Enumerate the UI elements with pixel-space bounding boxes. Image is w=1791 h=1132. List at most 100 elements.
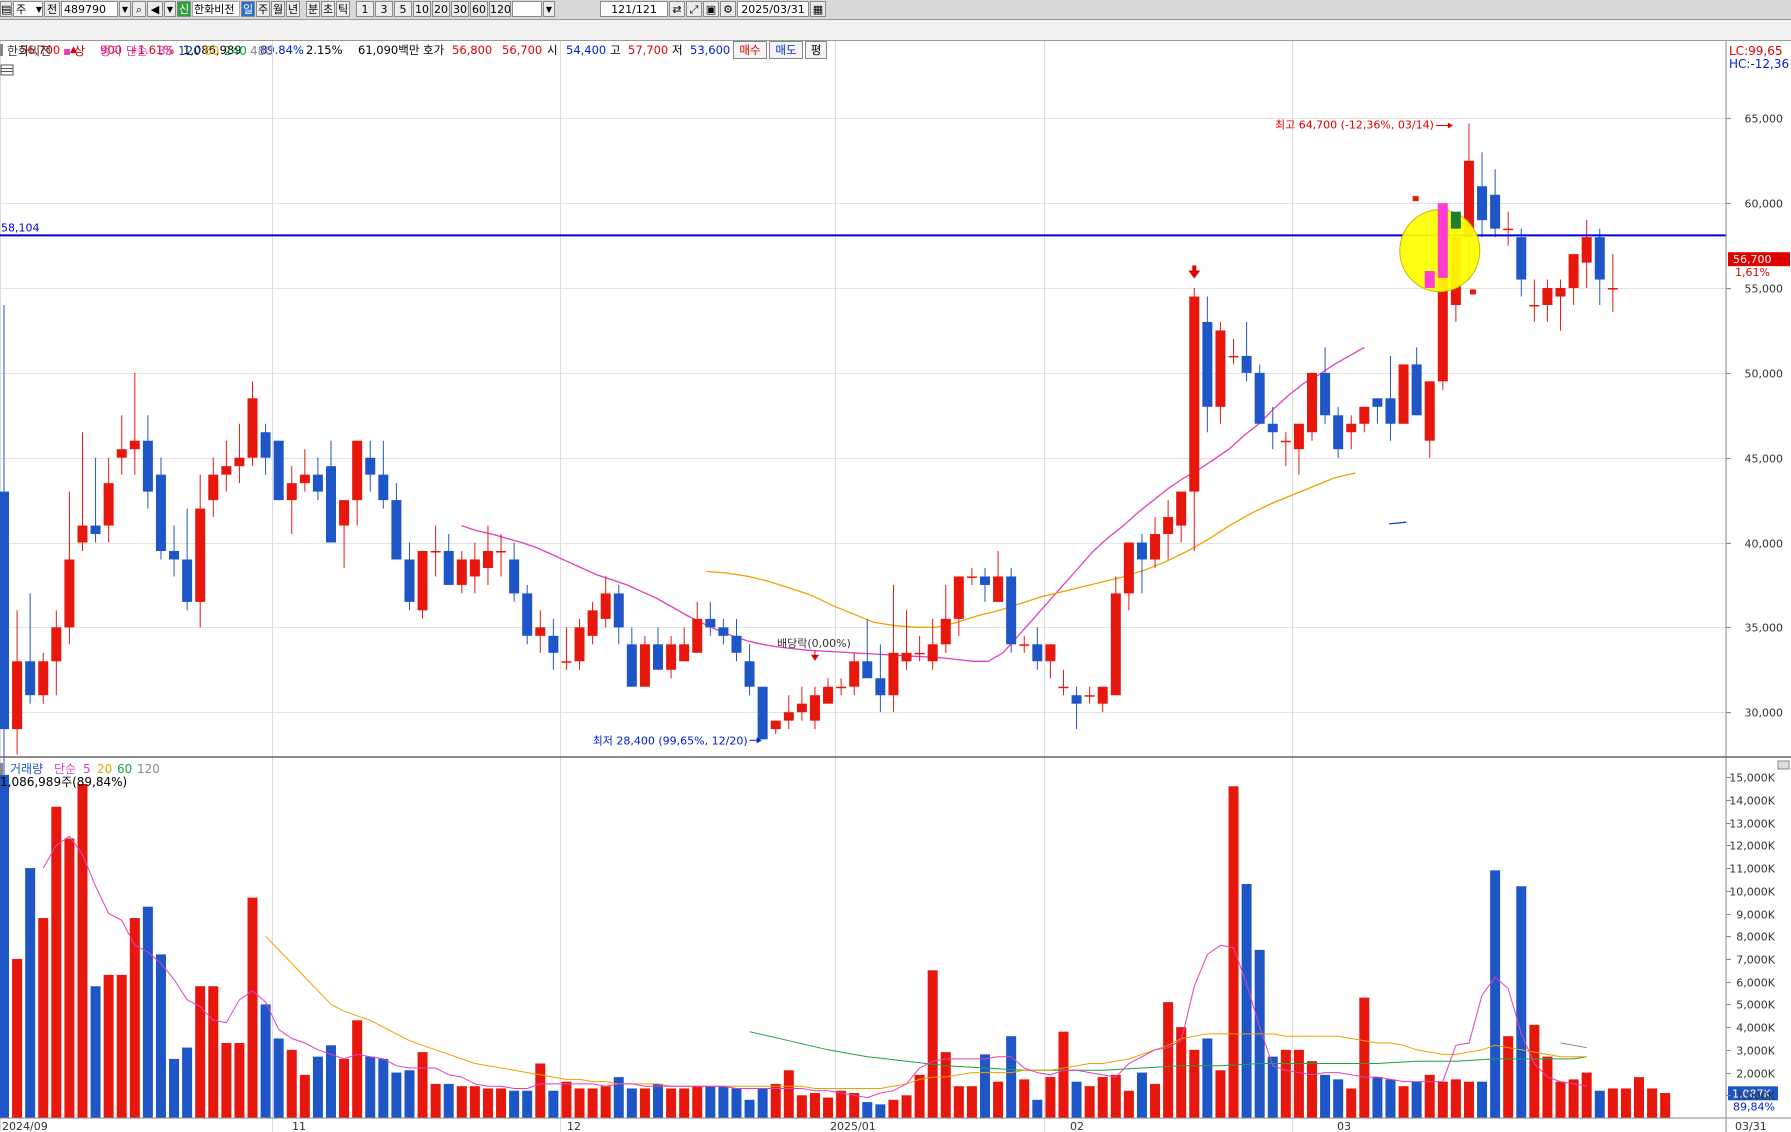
period-year[interactable]: 년	[286, 1, 300, 17]
volume-bar	[1568, 1079, 1579, 1118]
volume-bar	[731, 1088, 742, 1118]
interval-10[interactable]: 10	[413, 1, 431, 17]
volume-bar	[901, 1095, 912, 1118]
candle-body	[352, 440, 363, 501]
panel-resize-icon[interactable]	[1777, 760, 1790, 770]
candle-body	[155, 474, 166, 551]
candle-body	[692, 618, 703, 653]
candle-body	[1084, 695, 1095, 697]
candle-body	[836, 686, 847, 689]
speaker-icon[interactable]: ◀	[147, 1, 163, 17]
volume-bar	[639, 1088, 650, 1118]
candle-body	[757, 686, 768, 740]
period-second[interactable]: 초	[321, 1, 335, 17]
top-toolbar: ▤ 주 ▼ 전 489790 ▼ ⌕ ◀ ▼ 신 한화비전 일 주 월 년 분 초…	[0, 0, 1791, 20]
volume-bar	[1045, 1077, 1056, 1118]
candle-body	[1542, 288, 1553, 305]
gear-icon[interactable]: ⚙	[720, 1, 736, 17]
candle-body	[1136, 542, 1147, 560]
period-week[interactable]: 주	[256, 1, 270, 17]
interval-3[interactable]: 3	[375, 1, 393, 17]
volume-bar	[1372, 1077, 1383, 1118]
code-input[interactable]: 489790	[61, 1, 118, 17]
candle-body	[613, 593, 624, 628]
candle-body	[666, 644, 677, 670]
volume-bar	[417, 1052, 428, 1118]
volume-tick-label: 7,000K	[1736, 954, 1775, 967]
candle-body	[456, 559, 467, 585]
search-icon[interactable]: ⌕	[132, 1, 146, 17]
trend-icon[interactable]: ⤢	[686, 1, 702, 17]
save-icon[interactable]: ▣	[703, 1, 719, 17]
count-input[interactable]: 121/121	[600, 1, 668, 17]
candle-body	[1189, 296, 1200, 492]
volume-bar	[404, 1070, 415, 1118]
link-icon[interactable]: ⇄	[669, 1, 685, 17]
volume-bar	[574, 1088, 585, 1118]
volume-bar	[692, 1086, 703, 1118]
candle-body	[496, 551, 507, 553]
candle-body	[522, 593, 533, 636]
candle-body	[90, 525, 101, 535]
period-day[interactable]: 일	[241, 1, 255, 17]
period-tick[interactable]: 틱	[336, 1, 350, 17]
interval-60[interactable]: 60	[470, 1, 488, 17]
interval-custom-input[interactable]	[512, 1, 542, 17]
vol-legend-name: 거래량	[10, 762, 43, 776]
interval-dropdown-icon[interactable]: ▼	[543, 1, 555, 17]
volume-bar	[1555, 1081, 1566, 1118]
legend-chg-word: 상	[74, 44, 85, 58]
price-tick-label: 60,000	[1745, 198, 1784, 211]
highlight-candle-body	[1450, 211, 1461, 229]
volume-bar	[391, 1072, 402, 1118]
menu-icon[interactable]: ▤	[0, 1, 12, 17]
volume-legend: 거래량 단순 5 20 60 120 1,086,989주(89,84%)	[0, 762, 160, 789]
volume-tick-label: 8,000K	[1736, 931, 1775, 944]
period-month[interactable]: 월	[271, 1, 285, 17]
type-select[interactable]: 주 ▼	[13, 1, 43, 17]
stock-name: 한화비전	[192, 1, 240, 17]
volume-bar	[1019, 1079, 1030, 1118]
interval-5[interactable]: 5	[394, 1, 412, 17]
interval-30[interactable]: 30	[451, 1, 469, 17]
volume-bar	[509, 1090, 520, 1118]
volume-bar	[129, 918, 140, 1118]
candle-body	[993, 576, 1004, 602]
volume-bar	[1032, 1099, 1043, 1118]
volume-bar	[430, 1083, 441, 1118]
highlight-candle-body	[1424, 271, 1435, 289]
volume-tick-label: 11,000K	[1729, 863, 1775, 876]
candle-body	[574, 627, 585, 662]
volume-bar	[247, 897, 258, 1118]
candle-body	[1490, 194, 1501, 229]
table-toggle-icon[interactable]	[0, 64, 14, 76]
period-minute[interactable]: 분	[306, 1, 320, 17]
volume-bar	[326, 1045, 336, 1118]
candle-body	[653, 644, 663, 670]
interval-1[interactable]: 1	[356, 1, 374, 17]
interval-120[interactable]: 120	[489, 1, 511, 17]
volume-bar	[823, 1097, 834, 1118]
volume-tick-label: 15,000K	[1729, 772, 1775, 785]
prev-button[interactable]: 전	[44, 1, 60, 17]
volume-bar	[914, 1074, 925, 1118]
candle-body	[1477, 186, 1488, 221]
candle-body	[535, 627, 546, 636]
candle-body	[1333, 415, 1344, 450]
interval-20[interactable]: 20	[432, 1, 450, 17]
speaker-dropdown-icon[interactable]: ▼	[164, 1, 176, 17]
volume-bar	[1450, 1079, 1461, 1118]
candle-body	[0, 491, 9, 730]
highlight-candle-body	[1437, 203, 1448, 278]
candle-body	[64, 559, 75, 628]
candle-body	[116, 449, 127, 458]
legend-stock-name: 한화비전	[7, 44, 51, 58]
calendar-icon[interactable]: ▦	[810, 1, 826, 17]
volume-bar	[770, 1083, 781, 1118]
volume-bar	[1333, 1079, 1344, 1118]
code-dropdown-icon[interactable]: ▼	[119, 1, 131, 17]
legend-dot-icon: ▪	[63, 44, 71, 58]
volume-bar	[1084, 1086, 1095, 1118]
date-input[interactable]: 2025/03/31	[737, 1, 809, 17]
candle-body	[1529, 305, 1540, 307]
